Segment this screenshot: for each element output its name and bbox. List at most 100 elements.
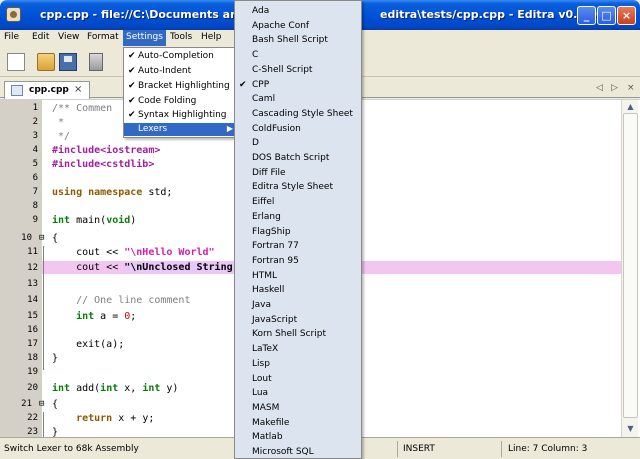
line-number: 21 [21, 399, 32, 409]
lexer-label: Lua [252, 388, 269, 399]
menu-settings[interactable]: Settings [123, 30, 166, 46]
maximize-button[interactable]: □ [597, 6, 616, 25]
code-line: { [52, 233, 59, 244]
lexer-label: Fortran 77 [252, 241, 299, 252]
lexer-item-ada[interactable]: Ada [235, 4, 361, 19]
menu-edit[interactable]: Edit [32, 32, 49, 42]
menu-item-bracket-highlighting[interactable]: ✔ Bracket Highlighting [124, 80, 237, 93]
lexer-item-javascript[interactable]: JavaScript [235, 313, 361, 328]
lexer-item-c[interactable]: C [235, 48, 361, 63]
settings-menu: ✔ Auto-Completion ✔ Auto-Indent ✔ Bracke… [123, 47, 238, 138]
menu-item-auto-completion[interactable]: ✔ Auto-Completion [124, 50, 237, 63]
lexer-item-fortran-77[interactable]: Fortran 77 [235, 239, 361, 254]
new-file-icon[interactable] [7, 53, 25, 71]
lexer-item-bash-shell-script[interactable]: Bash Shell Script [235, 33, 361, 48]
menu-item-lexers[interactable]: Lexers ▶ [124, 123, 237, 136]
lexer-item-lout[interactable]: Lout [235, 372, 361, 387]
window-title: cpp.cpp - file://C:\Documents and Se [40, 8, 266, 21]
status-cursor-position: Line: 7 Column: 3 [508, 444, 588, 454]
line-number: 7 [32, 187, 38, 197]
tab-scroll-left-icon[interactable]: ◁ [596, 83, 603, 93]
menu-help[interactable]: Help [201, 32, 222, 42]
print-icon[interactable] [89, 53, 103, 71]
lexer-item-haskell[interactable]: Haskell [235, 283, 361, 298]
checkmark-icon: ✔ [239, 79, 247, 90]
lexer-item-diff-file[interactable]: Diff File [235, 166, 361, 181]
menu-view[interactable]: View [58, 32, 79, 42]
minimize-button[interactable]: _ [577, 6, 596, 25]
code-line: #include<iostream> [52, 145, 161, 156]
line-number: 8 [32, 201, 38, 211]
close-all-tabs-icon[interactable]: × [627, 83, 635, 93]
lexer-label: Microsoft SQL [252, 447, 314, 457]
code-line: int main(void) [52, 215, 137, 226]
line-number: 20 [27, 383, 38, 393]
lexer-label: Apache Conf [252, 20, 310, 31]
lexer-item-dos-batch-script[interactable]: DOS Batch Script [235, 151, 361, 166]
lexer-label: C-Shell Script [252, 64, 313, 75]
status-separator [501, 441, 502, 457]
lexer-item-apache-conf[interactable]: Apache Conf [235, 19, 361, 34]
lexer-item-d[interactable]: D [235, 136, 361, 151]
code-line: { [52, 399, 59, 410]
menu-item-auto-indent[interactable]: ✔ Auto-Indent [124, 65, 237, 78]
lexer-item-eiffel[interactable]: Eiffel [235, 195, 361, 210]
lexer-item-lisp[interactable]: Lisp [235, 357, 361, 372]
tab-close-icon[interactable]: × [74, 84, 82, 95]
lexer-item-erlang[interactable]: Erlang [235, 210, 361, 225]
lexer-label: Java [252, 300, 272, 310]
vertical-scrollbar[interactable]: ▲ ▼ [621, 100, 638, 438]
open-folder-icon[interactable] [37, 53, 55, 71]
lexer-label: MASM [252, 402, 280, 413]
scroll-up-icon[interactable]: ▲ [624, 100, 637, 113]
lexer-item-masm[interactable]: MASM [235, 401, 361, 416]
line-number: 22 [27, 413, 38, 423]
app-icon[interactable] [6, 7, 21, 22]
status-mode: INSERT [403, 444, 435, 454]
tab-cpp[interactable]: cpp.cpp × [4, 81, 90, 99]
lexer-item-matlab[interactable]: Matlab [235, 430, 361, 445]
menu-file[interactable]: File [4, 32, 19, 42]
menu-item-syntax-highlighting[interactable]: ✔ Syntax Highlighting [124, 109, 237, 122]
lexer-item-lua[interactable]: Lua [235, 386, 361, 401]
lexer-item-microsoft-sql[interactable]: Microsoft SQL [235, 445, 361, 458]
lexer-item-latex[interactable]: LaTeX [235, 342, 361, 357]
lexer-label: Lout [252, 373, 272, 384]
line-number: 11 [27, 247, 38, 257]
lexer-item-makefile[interactable]: Makefile [235, 416, 361, 431]
status-separator [397, 441, 398, 457]
line-number: 4 [32, 145, 38, 155]
lexer-label: DOS Batch Script [252, 153, 330, 163]
code-line: #include<cstdlib> [52, 159, 155, 170]
fold-toggle-icon[interactable]: ⊟ [39, 399, 44, 409]
lexer-item-cpp[interactable]: ✔ CPP [235, 78, 361, 93]
lexer-item-html[interactable]: HTML [235, 269, 361, 284]
scrollbar-thumb[interactable] [623, 113, 638, 418]
code-line: } [52, 353, 59, 364]
close-button[interactable]: × [617, 6, 636, 25]
menu-tools[interactable]: Tools [170, 32, 192, 42]
lexer-item-coldfusion[interactable]: ColdFusion [235, 122, 361, 137]
lexer-item-editra-style-sheet[interactable]: Editra Style Sheet [235, 180, 361, 195]
lexer-item-java[interactable]: Java [235, 298, 361, 313]
lexer-item-korn-shell-script[interactable]: Korn Shell Script [235, 327, 361, 342]
line-number: 16 [27, 325, 38, 335]
lexer-label: LaTeX [252, 344, 279, 355]
code-line: int add(int x, int y) [52, 383, 179, 394]
menu-item-code-folding[interactable]: ✔ Code Folding [124, 95, 237, 108]
lexer-item-caml[interactable]: Caml [235, 92, 361, 107]
fold-toggle-icon[interactable]: ⊟ [39, 233, 44, 243]
line-number: 19 [27, 367, 38, 377]
fold-guide [43, 246, 44, 370]
tab-scroll-right-icon[interactable]: ▷ [611, 83, 618, 93]
scroll-down-icon[interactable]: ▼ [624, 422, 637, 435]
lexer-item-cascading-style-sheet[interactable]: Cascading Style Sheet [235, 107, 361, 122]
menu-format[interactable]: Format [87, 32, 119, 42]
checkmark-icon: ✔ [128, 81, 136, 91]
lexer-item-fortran-95[interactable]: Fortran 95 [235, 254, 361, 269]
lexer-item-flagship[interactable]: FlagShip [235, 225, 361, 240]
lexer-item-c-shell-script[interactable]: C-Shell Script [235, 63, 361, 78]
lexer-label: Bash Shell Script [252, 35, 328, 46]
save-icon[interactable] [59, 53, 77, 71]
line-number: 10 [21, 233, 32, 243]
